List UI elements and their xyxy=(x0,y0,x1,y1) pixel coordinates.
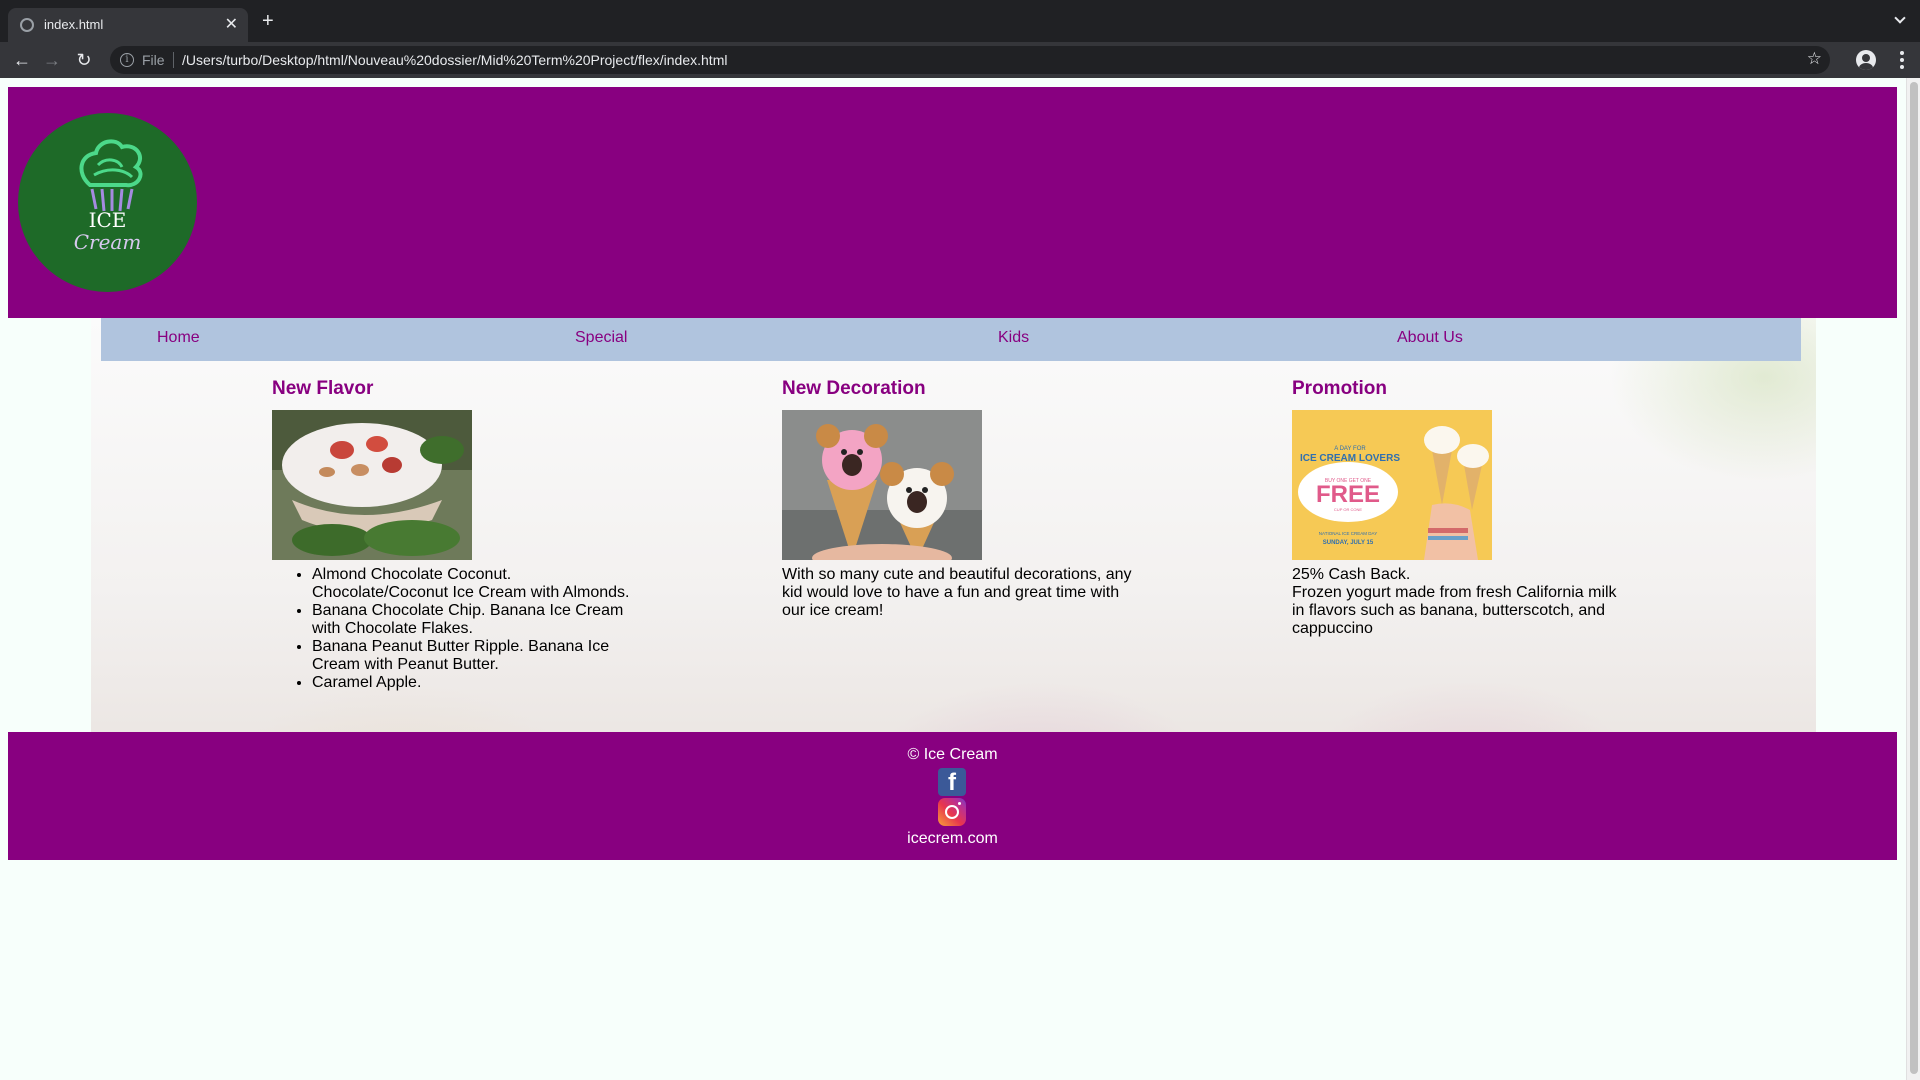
nav-special[interactable]: Special xyxy=(575,329,627,347)
poster-event: NATIONAL ICE CREAM DAY xyxy=(1319,531,1377,536)
star-icon[interactable]: ☆ xyxy=(1807,49,1822,69)
close-icon[interactable]: ✕ xyxy=(225,14,238,34)
url-text[interactable]: /Users/turbo/Desktop/html/Nouveau%20doss… xyxy=(182,52,727,68)
list-item: Caramel Apple. xyxy=(312,674,642,692)
poster-heading1: A DAY FOR xyxy=(1334,446,1366,452)
promotion-poster: A DAY FOR ICE CREAM LOVERS BUY ONE GET O… xyxy=(1292,410,1492,560)
list-item: Banana Chocolate Chip. Banana Ice Cream … xyxy=(312,602,642,638)
new-decoration-title: New Decoration xyxy=(782,378,926,399)
promotion-title: Promotion xyxy=(1292,378,1387,399)
page-viewport: ICE Cream Home Special Kids About Us New… xyxy=(0,78,1920,1080)
new-flavor-section: New Flavor Almond Cho xyxy=(272,378,642,692)
scrollbar-thumb[interactable] xyxy=(1910,82,1918,1074)
logo: ICE Cream xyxy=(18,113,197,292)
browser-tab[interactable]: index.html ✕ xyxy=(8,8,248,42)
list-item: Banana Peanut Butter Ripple. Banana Ice … xyxy=(312,638,642,674)
forward-icon[interactable]: → xyxy=(40,48,64,72)
scheme-label: File xyxy=(142,52,165,68)
promotion-cashback: 25% Cash Back. xyxy=(1292,566,1411,583)
chevron-down-icon[interactable] xyxy=(1894,12,1906,24)
poster-free: FREE xyxy=(1316,481,1380,508)
footer-copyright: © Ice Cream xyxy=(907,746,998,763)
reload-icon[interactable]: ↻ xyxy=(72,48,96,72)
plus-icon[interactable]: + xyxy=(262,11,274,31)
scrollbar[interactable] xyxy=(1906,78,1920,1080)
nav-about-us[interactable]: About Us xyxy=(1397,329,1463,347)
promotion-description: Frozen yogurt made from fresh California… xyxy=(1292,584,1617,637)
poster-cup: CUP OR CONE xyxy=(1334,507,1362,512)
address-bar[interactable]: i File /Users/turbo/Desktop/html/Nouveau… xyxy=(110,46,1830,74)
cupcake-icon xyxy=(79,139,143,212)
logo-text-cream: Cream xyxy=(73,230,142,254)
back-icon[interactable]: ← xyxy=(10,48,34,72)
divider xyxy=(173,52,174,68)
new-flavor-image xyxy=(272,410,472,560)
nav-kids[interactable]: Kids xyxy=(998,329,1029,347)
instagram-icon[interactable] xyxy=(938,798,966,826)
menu-icon[interactable] xyxy=(1892,50,1912,70)
site-footer: © Ice Cream f icecrem.com xyxy=(8,732,1897,860)
browser-toolbar: ← → ↻ i File /Users/turbo/Desktop/html/N… xyxy=(0,42,1920,78)
promotion-section: Promotion A DAY FOR ICE CREAM LOVERS BUY… xyxy=(1292,378,1632,638)
profile-icon[interactable] xyxy=(1856,50,1876,70)
tab-title: index.html xyxy=(44,17,104,32)
new-decoration-image xyxy=(782,410,982,560)
tab-bar: index.html ✕ + xyxy=(0,0,1920,42)
poster-date: SUNDAY, JULY 15 xyxy=(1323,540,1374,546)
nav-home[interactable]: Home xyxy=(157,329,200,347)
new-decoration-section: New Decoration With so many cute and bea… xyxy=(782,378,1132,620)
site-header: ICE Cream xyxy=(8,87,1897,318)
footer-site-link[interactable]: icecrem.com xyxy=(8,830,1897,848)
logo-text-ice: ICE xyxy=(88,208,127,232)
nav-bar: Home Special Kids About Us xyxy=(101,318,1801,361)
flavor-list: Almond Chocolate Coconut. Chocolate/Coco… xyxy=(312,566,642,692)
info-icon[interactable]: i xyxy=(120,53,134,67)
new-flavor-title: New Flavor xyxy=(272,378,374,399)
list-item: Almond Chocolate Coconut. Chocolate/Coco… xyxy=(312,566,642,602)
globe-icon xyxy=(20,18,34,32)
facebook-icon[interactable]: f xyxy=(938,768,966,796)
decoration-text: With so many cute and beautiful decorati… xyxy=(782,566,1132,619)
